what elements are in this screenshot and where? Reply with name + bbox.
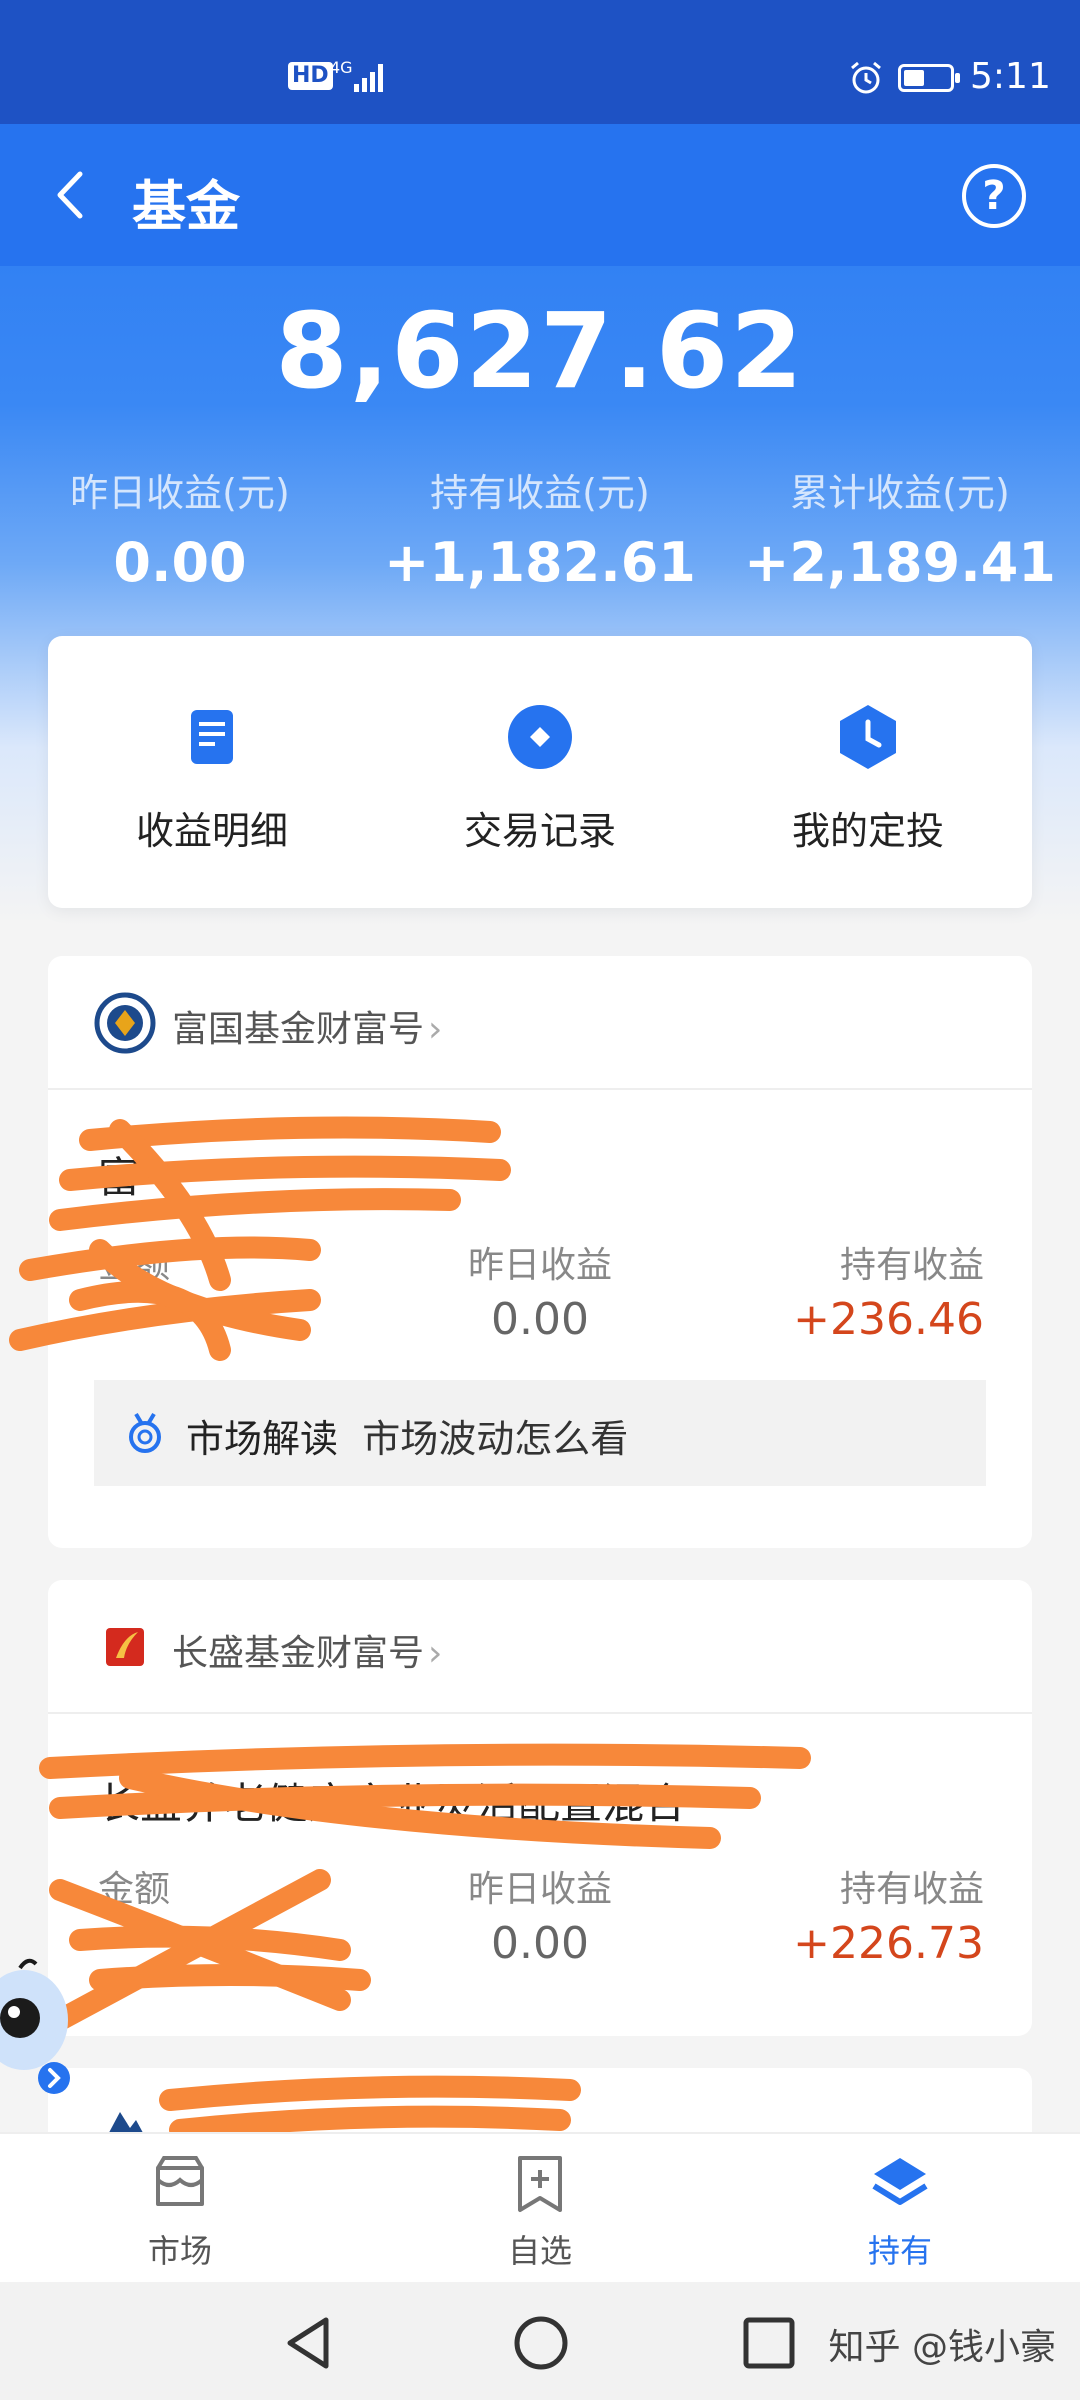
tab-holdings[interactable]: 持有 (800, 2154, 1000, 2272)
changsheng-logo-icon (106, 1628, 144, 1666)
quick-action-label: 我的定投 (791, 809, 944, 853)
back-icon[interactable] (40, 160, 110, 230)
market-insight-subtitle: 市场波动怎么看 (362, 1417, 629, 1461)
yesterday-value: 0.00 (491, 1294, 589, 1345)
holding-value: +236.46 (793, 1294, 984, 1345)
clock-icon (840, 705, 896, 769)
fund-card[interactable]: 富国基金财富号 › 富 金额 昨日收益 0.00 持有收益 +236.46 市场解… (48, 956, 1032, 1548)
clock-time: 5:11 (970, 56, 1051, 97)
quick-action-earnings[interactable]: 收益明细 (48, 702, 376, 855)
nav-recents-icon[interactable] (734, 2308, 804, 2378)
stat-label: 累计收益(元) (790, 471, 1010, 515)
tab-market[interactable]: 市场 (80, 2154, 280, 2272)
chevron-right-icon: › (428, 1633, 443, 1674)
stat-value: +2,189.41 (744, 531, 1056, 594)
fund-brand-header[interactable]: 长盛基金财富号 › (48, 1580, 1032, 1714)
amount-label: 金额 (98, 1245, 171, 1286)
chevron-right-icon: › (428, 1009, 443, 1050)
quick-action-transactions[interactable]: 交易记录 (376, 702, 704, 855)
yesterday-label: 昨日收益 (467, 1869, 612, 1910)
stat-yesterday: 昨日收益(元) 0.00 (0, 462, 360, 594)
fund-brand-header[interactable]: 富国基金财富号 › (48, 956, 1032, 1090)
yesterday-value: 0.00 (491, 1918, 589, 1969)
fund-brand-link[interactable]: 长盛基金财富号 › (172, 1624, 442, 1676)
hd-indicator: HD (288, 62, 333, 90)
holding-value: +226.73 (793, 1918, 984, 1969)
layers-icon (872, 2158, 928, 2205)
market-insight-bar[interactable]: 市场解读 市场波动怎么看 (94, 1380, 986, 1486)
quick-action-label: 交易记录 (463, 809, 616, 853)
quick-actions-card: 收益明细 交易记录 我的定投 (48, 636, 1032, 908)
stat-value: +1,182.61 (384, 531, 696, 594)
market-icon (156, 2156, 204, 2206)
help-icon[interactable]: ? (962, 164, 1026, 228)
fund-card[interactable]: 长盛基金财富号 › 长盛养老健康产业灵活配置混合 金额 昨日收益 0.00 持有收… (48, 1580, 1032, 2036)
stat-value: 0.00 (113, 531, 247, 594)
nav-bar: 基金 ? (0, 124, 1080, 266)
system-nav-bar: 知乎 @钱小豪 (0, 2282, 1080, 2400)
fund-name: 富 (98, 1153, 141, 1202)
stat-label: 昨日收益(元) (70, 471, 290, 515)
nav-back-icon[interactable] (276, 2308, 346, 2378)
fullgoal-logo-icon (94, 992, 156, 1054)
fund-brand-label: 富国基金财富号 (172, 1009, 425, 1050)
stat-cumulative: 累计收益(元) +2,189.41 (720, 462, 1080, 594)
holding-label: 持有收益 (839, 1869, 984, 1910)
tab-label: 持有 (867, 2232, 932, 2270)
market-insight-text: 市场解读 市场波动怎么看 (186, 1408, 628, 1463)
nav-home-icon[interactable] (506, 2308, 576, 2378)
fund-brand-label: 长盛基金财富号 (172, 1633, 425, 1674)
fund-brand-link[interactable]: 富国基金财富号 › (172, 1000, 442, 1052)
network-type: 4G (330, 58, 353, 77)
total-assets: 8,627.62 (275, 290, 805, 412)
stat-label: 持有收益(元) (430, 471, 650, 515)
diamond-icon (508, 705, 572, 769)
document-icon (191, 710, 233, 764)
watermark: 知乎 @钱小豪 (828, 2327, 1056, 2368)
tab-label: 自选 (507, 2232, 572, 2270)
signal-icon (354, 64, 383, 92)
mascot-floating-button[interactable] (0, 1956, 84, 2096)
alarm-icon (851, 61, 881, 94)
battery-icon (898, 64, 960, 92)
yesterday-label: 昨日收益 (467, 1245, 612, 1286)
bottom-tab-bar: 市场 自选 持有 (0, 2132, 1080, 2282)
quick-action-label: 收益明细 (135, 809, 288, 853)
page-title: 基金 (132, 175, 240, 238)
tab-watchlist[interactable]: 自选 (440, 2154, 640, 2272)
stat-holding: 持有收益(元) +1,182.61 (360, 462, 720, 594)
amount-label: 金额 (98, 1869, 171, 1910)
quick-action-auto-invest[interactable]: 我的定投 (704, 702, 1032, 855)
medal-icon (129, 1412, 161, 1453)
status-bar: HD 4G 5:11 (0, 0, 1080, 124)
tab-label: 市场 (147, 2232, 212, 2270)
holding-label: 持有收益 (839, 1245, 984, 1286)
watchlist-icon (518, 2156, 562, 2212)
market-insight-title: 市场解读 (186, 1417, 339, 1461)
fund-name: 长盛养老健康产业灵活配置混合 (98, 1779, 687, 1828)
